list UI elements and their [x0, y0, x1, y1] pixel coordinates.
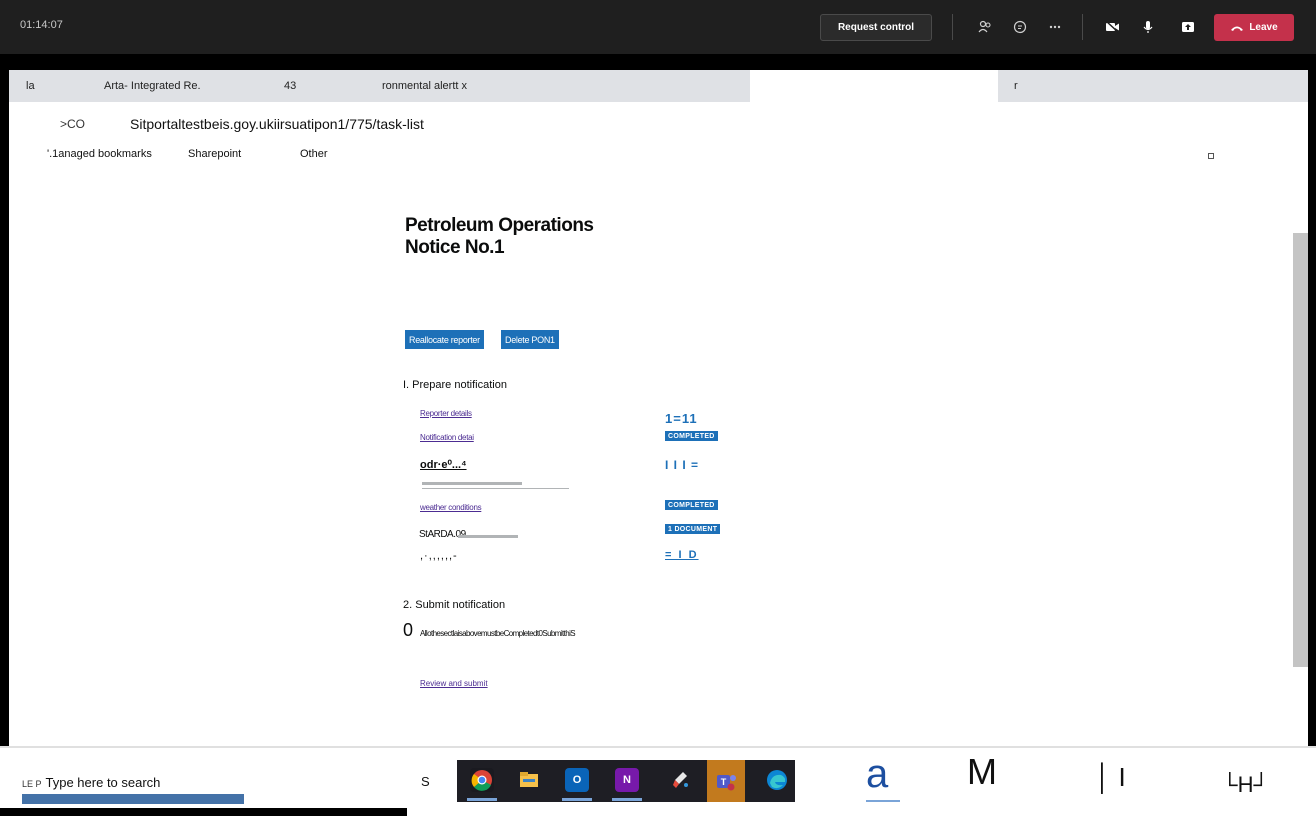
task-status: 1=11 [665, 411, 698, 426]
chat-icon[interactable] [1007, 14, 1033, 40]
tab-4[interactable]: ronmental alertt x [382, 80, 467, 92]
tray-glyph[interactable]: │ I [1095, 762, 1126, 793]
nav-controls[interactable]: >CO [60, 117, 85, 131]
request-control-button[interactable]: Request control [820, 14, 932, 41]
bookmarks-overflow-icon[interactable] [1208, 153, 1214, 159]
screen-share-border-bottom [0, 808, 407, 816]
notification-icon[interactable]: └H┘ [1222, 772, 1269, 798]
teams-meeting-bar: 01:14:07 Request control Leave [0, 0, 1316, 54]
chrome-icon[interactable] [470, 768, 494, 792]
delete-pon1-button[interactable]: Delete PON1 [501, 330, 559, 349]
task-link-weather-conditions[interactable]: weather conditions [420, 503, 482, 512]
phone-icon [1231, 26, 1244, 31]
tab-3[interactable]: 43 [284, 80, 296, 92]
bookmark-other[interactable]: Other [300, 148, 328, 160]
taskbar-border [0, 746, 1316, 748]
leave-label: Leave [1249, 22, 1278, 33]
share-icon[interactable] [1175, 14, 1201, 40]
page-title-line-1: Petroleum Operations [405, 215, 594, 236]
toolbar-divider [952, 14, 953, 40]
tab-1[interactable]: la [26, 80, 35, 92]
status-badge-completed: COMPLETED [665, 431, 718, 441]
active-app-indicator [467, 798, 497, 801]
svg-text:T: T [721, 777, 727, 787]
reallocate-reporter-button[interactable]: Reallocate reporter [405, 330, 484, 349]
address-bar-url[interactable]: Sitportaltestbeis.goy.ukiirsuatipon1/775… [130, 116, 424, 132]
camera-off-icon[interactable] [1100, 14, 1126, 40]
browser-tab-strip: la Arta- Integrated Re. 43 ronmental ale… [9, 70, 1308, 102]
search-placeholder: Type here to search [45, 775, 161, 790]
page-title-line-2: Notice No.1 [405, 237, 505, 258]
screen-share-border-left [0, 70, 9, 746]
toolbar-divider [1082, 14, 1083, 40]
task-link-reporter-details[interactable]: Reporter details [420, 409, 472, 418]
bookmark-sharepoint[interactable]: Sharepoint [188, 148, 241, 160]
divider [458, 535, 518, 538]
status-badge-document: 1 DOCUMENT [665, 524, 721, 534]
edge-icon[interactable] [765, 768, 789, 792]
tab-2[interactable]: Arta- Integrated Re. [104, 80, 201, 92]
task-link-obscured[interactable]: ,·,,,,,,- [420, 550, 458, 562]
mic-icon[interactable] [1135, 14, 1161, 40]
more-icon[interactable] [1042, 14, 1068, 40]
section-heading-submit: 2. Submit notification [403, 599, 506, 611]
divider [422, 488, 569, 489]
onenote-icon[interactable]: N [615, 768, 639, 792]
active-tab[interactable] [750, 70, 998, 102]
bookmark-managed[interactable]: '.1anaged bookmarks [47, 148, 152, 160]
meeting-timer: 01:14:07 [20, 19, 63, 31]
review-and-submit-link[interactable]: Review and submit [420, 679, 488, 688]
people-icon[interactable] [972, 14, 998, 40]
active-app-indicator [612, 798, 642, 801]
search-prefix: LE P [22, 779, 42, 789]
task-link-current[interactable]: odr·e⁰...⁴ [420, 458, 467, 471]
task-view-button[interactable]: S [421, 774, 430, 789]
task-status: = I D [665, 549, 699, 561]
leave-button[interactable]: Leave [1214, 14, 1294, 41]
screen-share-border [0, 54, 1316, 70]
section-marker: 0 [403, 620, 414, 640]
teams-icon[interactable]: T [707, 760, 745, 802]
taskbar-search[interactable]: LE P Type here to search [22, 775, 160, 790]
search-box-bar[interactable] [22, 794, 244, 804]
paint-icon[interactable] [669, 768, 693, 792]
file-explorer-icon[interactable] [517, 768, 541, 792]
status-badge-completed: COMPLETED [665, 500, 718, 510]
screen: 01:14:07 Request control Leave la Arta- … [0, 0, 1316, 816]
section-heading-prepare: I. Prepare notification [403, 379, 507, 391]
scrollbar-thumb[interactable] [1293, 233, 1308, 667]
task-link-notification-details[interactable]: Notification detai [420, 433, 474, 442]
tray-glyph-a[interactable]: a [866, 752, 888, 796]
outlook-icon[interactable]: O [565, 768, 589, 792]
task-status: I I I = [665, 458, 700, 472]
divider [422, 482, 522, 485]
page-title: Petroleum Operations Notice No.1 [405, 215, 594, 259]
tray-glyph-m[interactable]: M [967, 752, 997, 792]
screen-share-border-right [1308, 70, 1316, 746]
tab-5[interactable]: r [1014, 80, 1018, 92]
submit-note: AllothesectlaisabovemustbeCompletedt0Sub… [420, 629, 576, 638]
active-app-indicator [562, 798, 592, 801]
taskbar-apps: O N T [457, 760, 795, 802]
tray-indicator [866, 800, 900, 802]
